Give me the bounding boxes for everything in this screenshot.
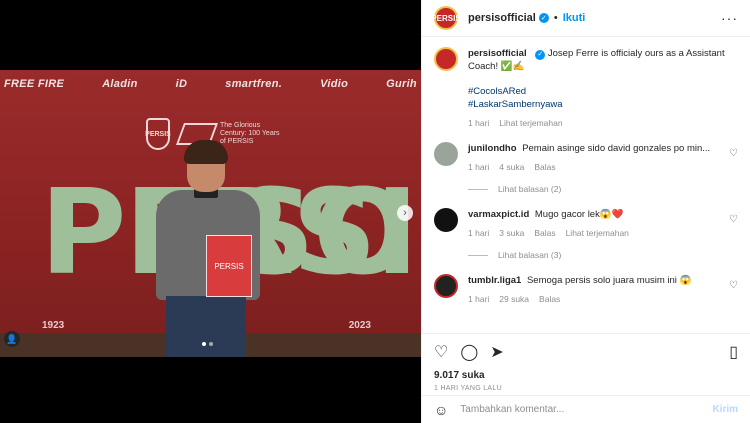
heart-icon[interactable]: ♡	[729, 148, 738, 159]
carousel-dot-active	[202, 342, 206, 346]
sponsor-id-express: iD	[175, 78, 188, 90]
caption-body: persisofficial ✓ Josep Ferre is official…	[468, 47, 738, 130]
caption-time[interactable]: 1 hari	[468, 117, 489, 130]
comment-body: junilondho Pemain asinge sido david gonz…	[468, 142, 738, 174]
comment-likes[interactable]: 3 suka	[499, 227, 524, 240]
comment-username[interactable]: tumblr.liga1	[468, 275, 521, 286]
sponsor-bar: FREE FIRE Aladin iD smartfren. Vidio Gur…	[0, 78, 421, 90]
sponsor-freefire: FREE FIRE	[4, 78, 65, 90]
add-comment-bar: ☺ Kirim	[422, 395, 750, 423]
comment-body: varmaxpict.id Mugo gacor lek😱❤️ 1 hari 3…	[468, 208, 738, 240]
caption-meta: 1 hari Lihat terjemahan	[468, 117, 738, 130]
carousel-dots	[202, 342, 213, 346]
contract-folder: PERSIS	[206, 235, 252, 297]
caption-username[interactable]: persisofficial	[468, 48, 527, 59]
view-replies-label[interactable]: Lihat balasan (3)	[498, 250, 561, 260]
avatar[interactable]: PERSIS	[431, 6, 461, 30]
comment-meta: 1 hari 4 suka Balas	[468, 161, 738, 174]
hashtag-link[interactable]: #CocolsARed	[468, 85, 738, 98]
year-left: 1923	[42, 320, 65, 331]
view-replies-label[interactable]: Lihat balasan (2)	[498, 184, 561, 194]
year-right: 2023	[348, 320, 371, 331]
post-photo: FREE FIRE Aladin iD smartfren. Vidio Gur…	[0, 70, 421, 357]
sponsor-vidio: Vidio	[320, 78, 349, 90]
translate-link[interactable]: Lihat terjemahan	[566, 227, 629, 240]
post-media[interactable]: FREE FIRE Aladin iD smartfren. Vidio Gur…	[0, 0, 421, 423]
comment-likes[interactable]: 4 suka	[499, 161, 524, 174]
view-replies[interactable]: Lihat balasan (3)	[468, 250, 738, 260]
sponsor-smartfren: smartfren.	[225, 78, 283, 90]
view-replies[interactable]: Lihat balasan (2)	[468, 184, 738, 194]
post-comment-button[interactable]: Kirim	[712, 404, 738, 415]
comment-input[interactable]	[460, 404, 713, 415]
translate-link[interactable]: Lihat terjemahan	[499, 117, 562, 130]
comment-time[interactable]: 1 hari	[468, 227, 489, 240]
action-icons: ♡ ◯ ➤	[434, 342, 738, 362]
verified-icon: ✓	[535, 49, 546, 60]
divider	[468, 188, 488, 190]
separator: •	[553, 12, 558, 24]
sponsor-gurih: Gurih	[386, 78, 417, 90]
sponsor-aladin: Aladin	[102, 78, 138, 90]
reply-button[interactable]: Balas	[534, 227, 555, 240]
heart-icon[interactable]: ♡	[729, 214, 738, 225]
comment-time[interactable]: 1 hari	[468, 293, 489, 306]
likes-count[interactable]: 9.017 suka	[434, 370, 738, 381]
comment-username[interactable]: varmaxpict.id	[468, 209, 529, 220]
user-icon[interactable]: 👤	[4, 331, 20, 347]
coach-pants	[166, 296, 246, 357]
comment-meta: 1 hari 3 suka Balas Lihat terjemahan	[468, 227, 738, 240]
send-icon[interactable]: ➤	[490, 342, 503, 362]
coach-hair	[184, 140, 228, 164]
post-header: PERSIS persisofficial ✓ • Ikuti ···	[422, 0, 750, 37]
comment-row: tumblr.liga1 Semoga persis solo juara mu…	[434, 274, 738, 306]
comment-row: varmaxpict.id Mugo gacor lek😱❤️ 1 hari 3…	[434, 208, 738, 240]
comments-list[interactable]: persisofficial ✓ Josep Ferre is official…	[422, 37, 750, 333]
avatar[interactable]	[434, 47, 458, 71]
post-panel: PERSIS persisofficial ✓ • Ikuti ··· pers…	[421, 0, 750, 423]
comment-row: junilondho Pemain asinge sido david gonz…	[434, 142, 738, 174]
emoji-icon[interactable]: ☺	[434, 402, 448, 418]
caption: persisofficial ✓ Josep Ferre is official…	[434, 47, 738, 130]
instagram-post: FREE FIRE Aladin iD smartfren. Vidio Gur…	[0, 0, 750, 423]
century-text: The Glorious Century: 100 Years of PERSI…	[220, 122, 280, 145]
divider	[468, 254, 488, 256]
heart-icon[interactable]: ♡	[434, 342, 448, 362]
comment-time[interactable]: 1 hari	[468, 161, 489, 174]
heart-icon[interactable]: ♡	[729, 280, 738, 291]
comment-likes[interactable]: 29 suka	[499, 293, 529, 306]
comment-body: tumblr.liga1 Semoga persis solo juara mu…	[468, 274, 738, 306]
avatar[interactable]	[434, 208, 458, 232]
verified-icon: ✓	[538, 13, 549, 23]
comment-meta: 1 hari 29 suka Balas	[468, 293, 738, 306]
comment-text: Pemain asinge sido david gonzales po min…	[522, 143, 711, 154]
bookmark-icon[interactable]: ▯	[729, 342, 738, 362]
reply-button[interactable]: Balas	[534, 161, 555, 174]
comment-icon[interactable]: ◯	[460, 342, 478, 362]
hashtag-link[interactable]: #LaskarSambernyawa	[468, 98, 738, 111]
more-options-icon[interactable]: ···	[721, 10, 738, 26]
avatar[interactable]	[434, 142, 458, 166]
comment-text: Semoga persis solo juara musim ini 😱	[526, 275, 692, 286]
reply-button[interactable]: Balas	[539, 293, 560, 306]
avatar[interactable]	[434, 274, 458, 298]
carousel-dot	[209, 342, 213, 346]
comment-username[interactable]: junilondho	[468, 143, 517, 154]
chevron-right-icon[interactable]: ›	[397, 205, 413, 221]
post-time[interactable]: 1 HARI YANG LALU	[434, 385, 738, 392]
comment-text: Mugo gacor lek😱❤️	[534, 209, 624, 220]
header-username[interactable]: persisofficial	[468, 12, 536, 24]
follow-button[interactable]: Ikuti	[563, 12, 586, 24]
